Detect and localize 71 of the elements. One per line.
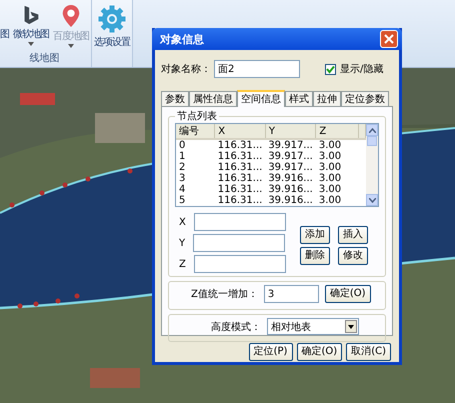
table-cell: 3.00 (316, 139, 358, 151)
tab[interactable]: 属性信息 (189, 91, 237, 106)
column-header: Z (316, 124, 358, 139)
table-cell-text: 3.00 (318, 162, 342, 173)
action-button[interactable]: 插入 (338, 226, 368, 244)
close-button[interactable] (380, 30, 398, 48)
table-cell-text: 116.31... (216, 173, 264, 184)
gear-icon (97, 4, 127, 34)
field-label: Z (179, 258, 186, 270)
height-mode-dropdown[interactable]: 相对地表 (267, 318, 359, 335)
tab[interactable]: 样式 (285, 91, 313, 106)
action-button[interactable]: 添加 (300, 226, 330, 244)
ribbon-button[interactable]: 微软地图 (13, 4, 49, 46)
table-cell-text: 116.31... (216, 162, 264, 173)
column-header: 编号 (176, 124, 215, 139)
ribbon-button[interactable]: 图 (0, 4, 9, 41)
group-title: 节点列表 (176, 110, 218, 123)
table-cell-text: 116.31... (216, 151, 264, 162)
table-cell-text: 5 (178, 195, 186, 206)
checkbox-label: 显示/隐藏 (340, 62, 384, 76)
scrollbar[interactable] (366, 124, 378, 206)
group-label: 线地图 (28, 52, 60, 66)
tab[interactable]: 参数 (161, 91, 189, 106)
table-cell-text: 39.916... (267, 184, 314, 195)
close-icon (384, 34, 394, 44)
table-cell-text: 116.31... (216, 195, 264, 206)
tab[interactable]: 拉伸 (313, 91, 341, 106)
z-offset-input-field[interactable]: 3 (264, 285, 319, 303)
table-cell-text: 1 (178, 151, 186, 162)
table-cell-text: 3.00 (318, 151, 342, 162)
field-label: 对象名称： (161, 62, 211, 76)
table-cell-text: 116.31... (216, 184, 264, 195)
dialog-button[interactable]: 确定(O) (296, 343, 342, 361)
table-cell-text: 3.00 (318, 195, 342, 206)
action-button[interactable]: 修改 (338, 246, 368, 264)
table-cell-text: 3.00 (318, 184, 342, 195)
field-label: X (179, 216, 186, 228)
dialog-button[interactable]: 定位(P) (248, 343, 293, 361)
coordinate-input-field[interactable] (194, 213, 286, 231)
column-header: X (214, 124, 266, 139)
action-button[interactable]: 删除 (300, 246, 330, 264)
building-shape (95, 113, 145, 143)
table-cell-text: 4 (178, 184, 186, 195)
column-header: Y (265, 124, 316, 139)
building-shape (20, 93, 55, 105)
name-input-field[interactable]: 面2 (214, 60, 300, 78)
tab[interactable]: 定位参数 (341, 91, 389, 106)
table-cell-text: 3.00 (318, 173, 342, 184)
tab[interactable]: 空间信息 (237, 90, 285, 107)
coordinate-input-field[interactable] (194, 255, 286, 273)
table-cell-text: 3 (178, 173, 186, 184)
map-pin-icon (60, 4, 82, 28)
coordinate-input-field[interactable] (193, 234, 286, 252)
table-cell: 39.917... (265, 139, 316, 151)
window-title: 对象信息 (160, 32, 204, 46)
table-cell-text: 2 (178, 162, 186, 173)
table-cell: 0 (176, 139, 215, 151)
building-shape (90, 368, 140, 388)
table-cell-text: 39.916... (267, 173, 314, 184)
scrollbar-thumb[interactable] (367, 136, 377, 146)
table-cell: 116.31... (214, 139, 266, 151)
confirm-button[interactable]: 确定(O) (324, 285, 371, 303)
dialog-button[interactable]: 取消(C) (346, 343, 391, 361)
table-cell-text: 39.917... (267, 162, 314, 173)
table-cell-text: 39.917... (267, 151, 314, 162)
table-cell-text: 39.916... (267, 195, 314, 206)
field-label: Z值统一增加： (191, 288, 258, 301)
field-label: 高度模式： (211, 320, 261, 334)
checkbox[interactable] (325, 64, 336, 74)
field-label: Y (179, 238, 186, 248)
ribbon-button[interactable]: 选项设置 (94, 4, 130, 49)
